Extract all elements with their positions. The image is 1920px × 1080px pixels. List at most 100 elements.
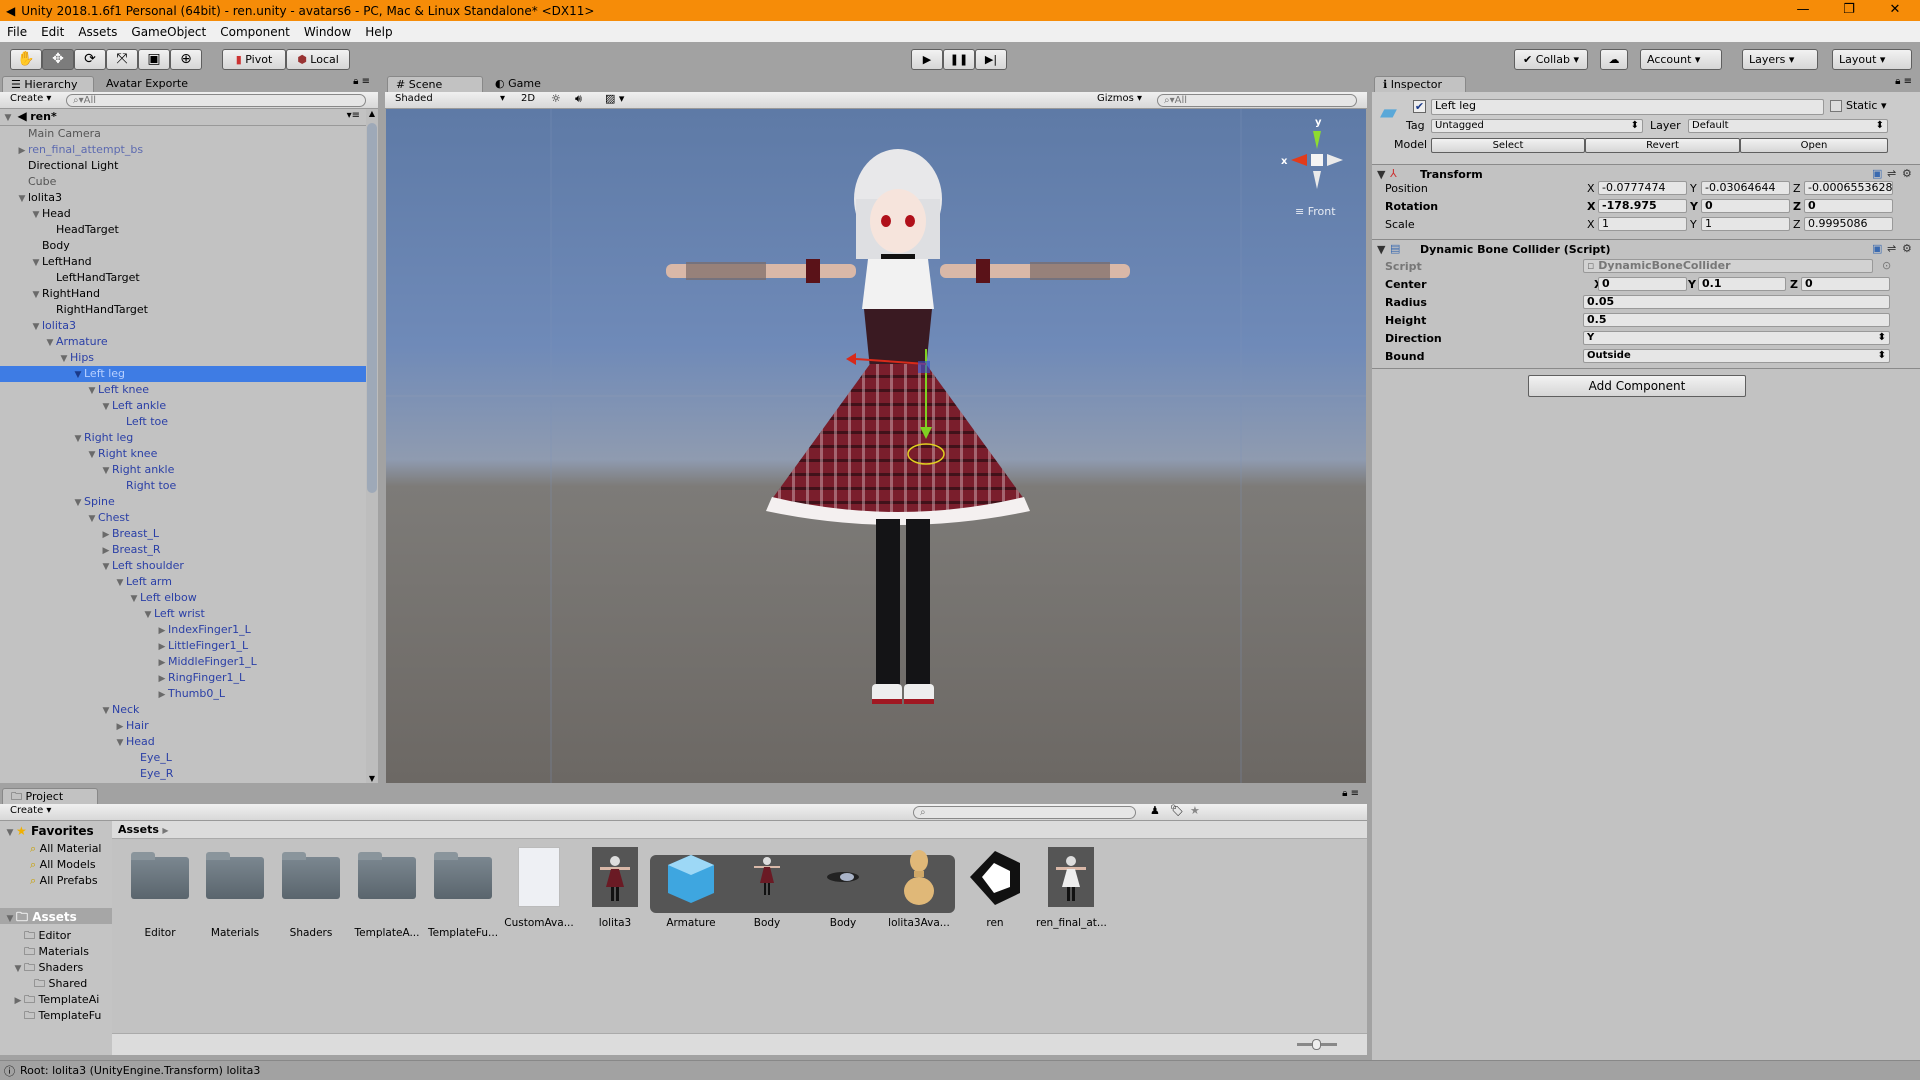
menu-assets[interactable]: Assets — [71, 25, 124, 39]
scroll-down-icon[interactable]: ▼ — [366, 774, 378, 783]
foldout-arrow-icon[interactable]: ▼ — [100, 463, 112, 479]
lock-icon[interactable]: 🔒︎ ≡ — [1342, 788, 1359, 799]
hierarchy-row[interactable]: ▼ Armature — [0, 334, 366, 350]
hierarchy-row[interactable]: ▶ MiddleFinger1_L — [0, 654, 366, 670]
foldout-arrow-icon[interactable]: ▼ — [100, 399, 112, 415]
hierarchy-row[interactable]: ▼ Left arm — [0, 574, 366, 590]
status-message[interactable]: Root: lolita3 (UnityEngine.Transform) lo… — [20, 1064, 260, 1077]
asset-item-mesh[interactable]: Body — [808, 847, 878, 929]
hierarchy-row[interactable]: Cube — [0, 174, 366, 190]
foldout-arrow-icon[interactable]: ▶ — [114, 719, 126, 735]
hierarchy-row[interactable]: Left toe — [0, 414, 366, 430]
local-button[interactable]: ⬢ Local — [286, 49, 350, 70]
hierarchy-row[interactable]: Directional Light — [0, 158, 366, 174]
favorite-star-icon[interactable]: ★ — [1190, 804, 1200, 817]
position-x-field[interactable]: -0.0777474 — [1598, 181, 1687, 195]
foldout-arrow-icon[interactable]: ▼ — [100, 703, 112, 719]
hierarchy-row[interactable]: ▼ Spine — [0, 494, 366, 510]
menu-edit[interactable]: Edit — [34, 25, 71, 39]
tab-game[interactable]: ◐ Game — [487, 76, 549, 92]
hierarchy-row[interactable]: ▼ Left wrist — [0, 606, 366, 622]
hierarchy-row[interactable]: ▼ lolita3 — [0, 318, 366, 334]
foldout-arrow-icon[interactable]: ▼ — [100, 559, 112, 575]
hierarchy-row[interactable]: RightHandTarget — [0, 302, 366, 318]
hierarchy-row[interactable]: ▼ Neck — [0, 702, 366, 718]
favorite-item[interactable]: ⌕ All Models — [30, 858, 96, 872]
scene-header-row[interactable]: ▼ ◀ ren* ▾≡ — [0, 109, 366, 126]
asset-item-folder[interactable]: Materials — [200, 847, 270, 939]
radius-field[interactable]: 0.05 — [1583, 295, 1890, 309]
hierarchy-row[interactable]: Body — [0, 238, 366, 254]
icon-size-slider-thumb[interactable] — [1312, 1039, 1321, 1050]
scrollbar-thumb[interactable] — [367, 123, 377, 493]
hierarchy-scrollbar[interactable]: ▲ ▼ — [366, 109, 378, 783]
scroll-up-icon[interactable]: ▲ — [366, 109, 378, 118]
gear-icon[interactable]: ⚙ — [1902, 167, 1912, 180]
hierarchy-row[interactable]: HeadTarget — [0, 222, 366, 238]
view-gizmo-center[interactable] — [1311, 154, 1323, 166]
scale-x-field[interactable]: 1 — [1598, 217, 1687, 231]
lock-icon[interactable]: 🔒︎ ≡ — [353, 76, 370, 87]
tab-avatar-exporter[interactable]: Avatar Exporte — [98, 76, 196, 92]
hierarchy-row[interactable]: Eye_L — [0, 750, 366, 766]
foldout-arrow-icon[interactable]: ▼ — [58, 351, 70, 367]
assets-root-row[interactable]: ▼ 🗀︎ Assets — [0, 908, 112, 924]
hierarchy-row[interactable]: ▼ LeftHand — [0, 254, 366, 270]
hierarchy-row[interactable]: ▶ LittleFinger1_L — [0, 638, 366, 654]
tab-project[interactable]: 🗀︎ Project — [2, 788, 98, 804]
lock-icon[interactable]: 🔒︎ ≡ — [1895, 76, 1912, 87]
asset-item-folder[interactable]: Editor — [125, 847, 195, 939]
tab-inspector[interactable]: ℹ Inspector — [1374, 76, 1466, 92]
collab-button[interactable]: ✔ Collab ▾ — [1514, 49, 1588, 70]
rect-tool-button[interactable]: ▣ — [138, 49, 170, 70]
asset-item-model2[interactable]: ren_final_at... — [1036, 847, 1107, 929]
active-checkbox[interactable]: ✔ — [1413, 100, 1426, 113]
layer-dropdown[interactable]: Default ⬍ — [1688, 119, 1888, 133]
favorites-header[interactable]: ▼ ★ Favorites — [4, 824, 94, 838]
foldout-arrow-icon[interactable]: ▼ — [128, 591, 140, 607]
foldout-arrow-icon[interactable]: ▼ — [72, 367, 84, 383]
pause-button[interactable]: ❚❚ — [943, 49, 975, 70]
rotation-y-field[interactable]: 0 — [1701, 199, 1790, 213]
scale-tool-button[interactable]: ⤧ — [106, 49, 138, 70]
foldout-arrow-icon[interactable]: ▼ — [16, 191, 28, 207]
hierarchy-row[interactable]: ▶ Thumb0_L — [0, 686, 366, 702]
asset-item-file[interactable]: CustomAva... — [504, 847, 574, 929]
foldout-arrow-icon[interactable]: ▼ — [86, 447, 98, 463]
maximize-button[interactable]: ❐ — [1826, 0, 1872, 21]
menu-file[interactable]: File — [0, 25, 34, 39]
favorite-item[interactable]: ⌕ All Material — [30, 842, 102, 856]
menu-help[interactable]: Help — [358, 25, 399, 39]
foldout-arrow-icon[interactable]: ▶ — [156, 671, 168, 687]
favorite-item[interactable]: ⌕ All Prefabs — [30, 874, 98, 888]
rotation-x-field[interactable]: -178.975 — [1598, 199, 1687, 213]
pivot-button[interactable]: ▮ Pivot — [222, 49, 286, 70]
lighting-icon[interactable]: ☼ — [551, 92, 561, 105]
center-z-field[interactable]: 0 — [1801, 277, 1890, 291]
effects-icon[interactable]: ▨ ▾ — [605, 92, 624, 105]
center-x-field[interactable]: 0 — [1598, 277, 1687, 291]
hand-tool-button[interactable]: ✋ — [10, 49, 42, 70]
menu-gameobject[interactable]: GameObject — [124, 25, 213, 39]
create-dropdown[interactable]: Create ▾ — [10, 805, 51, 816]
hierarchy-row[interactable]: ▼ Left knee — [0, 382, 366, 398]
foldout-arrow-icon[interactable]: ▼ — [72, 495, 84, 511]
hierarchy-row[interactable]: ▼ Left leg — [0, 366, 366, 382]
gear-icon[interactable]: ⚙ — [1902, 242, 1912, 255]
asset-item-model[interactable]: lolita3 — [580, 847, 650, 929]
add-component-button[interactable]: Add Component — [1528, 375, 1746, 397]
help-icon[interactable]: ▣ — [1872, 242, 1882, 255]
center-y-field[interactable]: 0.1 — [1698, 277, 1786, 291]
tab-hierarchy[interactable]: ☰ Hierarchy — [2, 76, 94, 92]
hierarchy-row[interactable]: Main Camera — [0, 126, 366, 142]
hierarchy-search-input[interactable]: ⌕▾All — [66, 94, 366, 107]
foldout-arrow-icon[interactable]: ▼ — [114, 735, 126, 751]
scene-character[interactable]: y x ≡ Front — [386, 109, 1366, 783]
play-button[interactable]: ▶ — [911, 49, 943, 70]
tab-scene[interactable]: # Scene — [387, 76, 483, 92]
foldout-arrow-icon[interactable]: ▼ — [86, 511, 98, 527]
scene-viewport[interactable]: y x ≡ Front — [386, 109, 1366, 783]
view-label[interactable]: ≡ Front — [1295, 205, 1336, 218]
asset-tree-item[interactable]: 🗀︎ TemplateFu — [12, 1007, 101, 1026]
preset-icon[interactable]: ⇌ — [1887, 242, 1896, 255]
